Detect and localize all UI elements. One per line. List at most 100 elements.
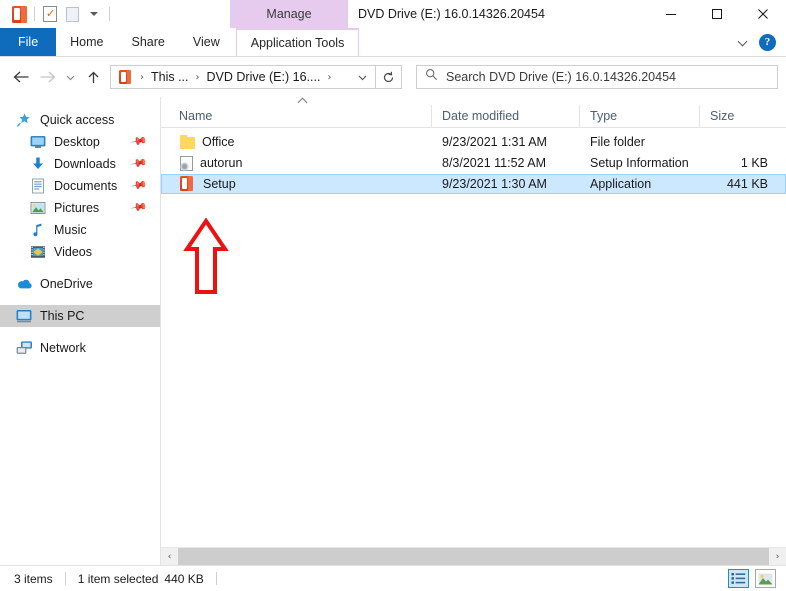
window-title: DVD Drive (E:) 16.0.14326.20454 (358, 0, 545, 28)
pin-icon-documents[interactable]: 📌 (130, 176, 149, 195)
tab-home-label: Home (70, 35, 103, 49)
breadcrumb-item-this-pc[interactable]: This ... (149, 70, 191, 84)
window-title-text: DVD Drive (E:) 16.0.14326.20454 (358, 7, 545, 21)
file-rows: Office 9/23/2021 1:31 AM File folder aut… (161, 128, 786, 547)
file-name-cell: autorun (162, 156, 432, 171)
ribbon-right-controls: ? (739, 28, 782, 56)
sidebar-gap-1 (0, 263, 160, 273)
forward-arrow-right-icon[interactable] (34, 62, 60, 92)
manage-label: Manage (266, 7, 311, 21)
column-header-type[interactable]: Type (579, 105, 699, 127)
sidebar-item-this-pc[interactable]: This PC (0, 305, 160, 327)
status-selection-count: 1 item selected (78, 572, 159, 586)
scroll-right-arrow-icon[interactable]: › (769, 548, 786, 565)
large-icons-view-icon[interactable] (755, 569, 776, 588)
status-divider (65, 572, 66, 585)
file-type-cell: File folder (580, 135, 700, 149)
sidebar-label-documents: Documents (54, 179, 117, 193)
file-name-text: Office (202, 135, 234, 149)
file-explorer-window: ✓ Manage DVD Drive (E:) 16.0.14326.20454 (0, 0, 786, 591)
close-button[interactable] (740, 0, 786, 28)
back-arrow-left-icon[interactable] (8, 62, 34, 92)
qat-divider-1 (34, 7, 35, 21)
maximize-button[interactable] (694, 0, 740, 28)
file-name-text: autorun (200, 156, 242, 170)
scroll-left-arrow-icon[interactable]: ‹ (161, 548, 178, 565)
red-arrow-up-annotation (183, 218, 229, 303)
column-header-name[interactable]: Name (161, 105, 431, 127)
file-date-cell: 9/23/2021 1:31 AM (432, 135, 580, 149)
sidebar-label-quick-access: Quick access (40, 113, 114, 127)
refresh-icon[interactable] (376, 65, 402, 89)
breadcrumb-item-dvd-drive[interactable]: DVD Drive (E:) 16.... (205, 70, 323, 84)
new-folder-icon[interactable] (61, 3, 83, 25)
view-mode-buttons (728, 569, 776, 588)
breadcrumb-separator-0[interactable]: › (135, 72, 149, 83)
breadcrumb[interactable]: › This ... › DVD Drive (E:) 16.... › (110, 65, 376, 89)
documents-icon (28, 178, 48, 194)
tab-file[interactable]: File (0, 28, 56, 56)
sidebar-item-music[interactable]: Music (0, 219, 160, 241)
sidebar-gap-2 (0, 295, 160, 305)
tab-file-label: File (18, 35, 38, 49)
recent-locations-chevron-down-icon[interactable] (60, 62, 80, 92)
desktop-icon (28, 134, 48, 150)
sidebar-label-videos: Videos (54, 245, 92, 259)
tab-home[interactable]: Home (56, 28, 117, 56)
sidebar-item-network[interactable]: Network (0, 337, 160, 359)
qat-divider-2 (109, 7, 110, 21)
pin-icon-desktop[interactable]: 📌 (130, 132, 149, 151)
onedrive-cloud-icon (14, 276, 34, 292)
pictures-icon (28, 200, 48, 216)
sidebar-item-downloads[interactable]: Downloads 📌 (0, 153, 160, 175)
breadcrumb-separator-2[interactable]: › (322, 72, 336, 83)
file-list-pane: Name Date modified Type Size Office 9/23… (161, 97, 786, 565)
quick-access-toolbar: ✓ (0, 0, 114, 28)
properties-icon[interactable]: ✓ (39, 3, 61, 25)
help-button[interactable]: ? (759, 34, 776, 51)
scrollbar-track[interactable] (178, 548, 769, 565)
sidebar-label-music: Music (54, 223, 87, 237)
this-pc-icon (14, 308, 34, 324)
sidebar-item-documents[interactable]: Documents 📌 (0, 175, 160, 197)
sidebar-label-onedrive: OneDrive (40, 277, 93, 291)
minimize-button[interactable] (648, 0, 694, 28)
column-header-size[interactable]: Size (699, 105, 777, 127)
expand-ribbon-chevron-down-icon[interactable] (739, 37, 749, 47)
sidebar-item-pictures[interactable]: Pictures 📌 (0, 197, 160, 219)
downloads-icon (28, 156, 48, 172)
sidebar-gap-3 (0, 327, 160, 337)
sidebar-item-onedrive[interactable]: OneDrive (0, 273, 160, 295)
breadcrumb-separator-1[interactable]: › (191, 72, 205, 83)
tab-application-tools[interactable]: Application Tools (236, 28, 360, 56)
office-icon[interactable] (8, 3, 30, 25)
column-header-name-label: Name (179, 109, 212, 123)
search-input[interactable]: Search DVD Drive (E:) 16.0.14326.20454 (416, 65, 778, 89)
sidebar-item-desktop[interactable]: Desktop 📌 (0, 131, 160, 153)
column-header-date-modified[interactable]: Date modified (431, 105, 579, 127)
sidebar-item-quick-access[interactable]: Quick access (0, 109, 160, 131)
tab-view[interactable]: View (179, 28, 234, 56)
sidebar-item-videos[interactable]: Videos (0, 241, 160, 263)
pin-icon-downloads[interactable]: 📌 (130, 154, 149, 173)
tab-share[interactable]: Share (118, 28, 179, 56)
details-view-icon[interactable] (728, 569, 749, 588)
horizontal-scrollbar[interactable]: ‹ › (161, 547, 786, 565)
pin-icon-pictures[interactable]: 📌 (130, 198, 149, 217)
status-bar: 3 items 1 item selected 440 KB (0, 565, 786, 591)
breadcrumb-chevron-down-icon[interactable] (349, 66, 375, 88)
file-size-cell: 1 KB (700, 156, 778, 170)
customize-qat-chevron-down-icon[interactable] (83, 3, 105, 25)
ribbon-tab-bar: File Home Share View Application Tools ? (0, 28, 786, 57)
scrollbar-thumb[interactable] (178, 548, 769, 565)
up-arrow-up-icon[interactable] (80, 62, 106, 92)
table-row[interactable]: autorun 8/3/2021 11:52 AM Setup Informat… (161, 153, 786, 173)
inf-file-icon (180, 156, 193, 171)
file-date-cell: 9/23/2021 1:30 AM (432, 177, 580, 191)
sidebar-label-this-pc: This PC (40, 309, 84, 323)
star-pin-icon (14, 112, 34, 128)
table-row[interactable]: Setup 9/23/2021 1:30 AM Application 441 … (161, 174, 786, 194)
file-name-cell: Setup (162, 176, 432, 192)
table-row[interactable]: Office 9/23/2021 1:31 AM File folder (161, 132, 786, 152)
breadcrumb-office-drive-icon (115, 70, 135, 84)
